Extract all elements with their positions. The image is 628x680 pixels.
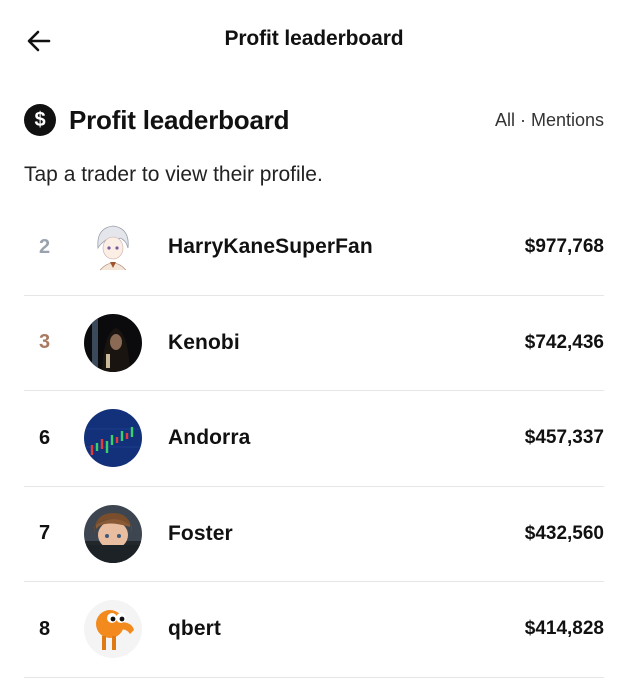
- page-title: Profit leaderboard: [224, 27, 404, 50]
- section-header: $ Profit leaderboard All · Mentions: [24, 100, 604, 140]
- trader-row[interactable]: 2 HarryKaneSuperFan $977,768: [24, 200, 604, 296]
- filter-toggle[interactable]: All · Mentions: [495, 110, 604, 131]
- trader-row[interactable]: 7 Foster $432,560: [24, 487, 604, 582]
- profit-value: $432,560: [524, 522, 604, 544]
- instructions-text: Tap a trader to view their profile.: [24, 163, 323, 186]
- top-bar: Profit leaderboard: [0, 0, 628, 80]
- rank-number: 2: [39, 235, 51, 258]
- profit-value: $742,436: [524, 331, 604, 353]
- leaderboard-list: 2 HarryKaneSuperFan $977,768 3 Kenobi $7…: [24, 200, 604, 678]
- trader-name: HarryKaneSuperFan: [168, 235, 373, 259]
- trader-name: Foster: [168, 521, 233, 545]
- rank-number: 7: [39, 522, 51, 545]
- rank-number: 3: [39, 331, 51, 354]
- profit-value: $414,828: [524, 618, 604, 640]
- trader-row[interactable]: 6 Andorra $457,337: [24, 391, 604, 487]
- trader-row[interactable]: 8 qbert $414,828: [24, 582, 604, 678]
- avatar: [84, 600, 142, 659]
- trader-row[interactable]: 3 Kenobi $742,436: [24, 296, 604, 391]
- section-title: Profit leaderboard: [69, 104, 290, 135]
- profit-value: $457,337: [524, 427, 604, 449]
- trader-name: qbert: [168, 617, 221, 641]
- avatar: [84, 218, 142, 277]
- avatar: [84, 409, 142, 468]
- dollar-circle-icon: $: [24, 104, 56, 136]
- trader-name: Andorra: [168, 426, 251, 450]
- profit-value: $977,768: [524, 236, 604, 258]
- avatar: [84, 313, 142, 372]
- avatar: [84, 504, 142, 563]
- trader-name: Kenobi: [168, 330, 240, 354]
- rank-number: 6: [39, 426, 51, 449]
- rank-number: 8: [39, 617, 51, 640]
